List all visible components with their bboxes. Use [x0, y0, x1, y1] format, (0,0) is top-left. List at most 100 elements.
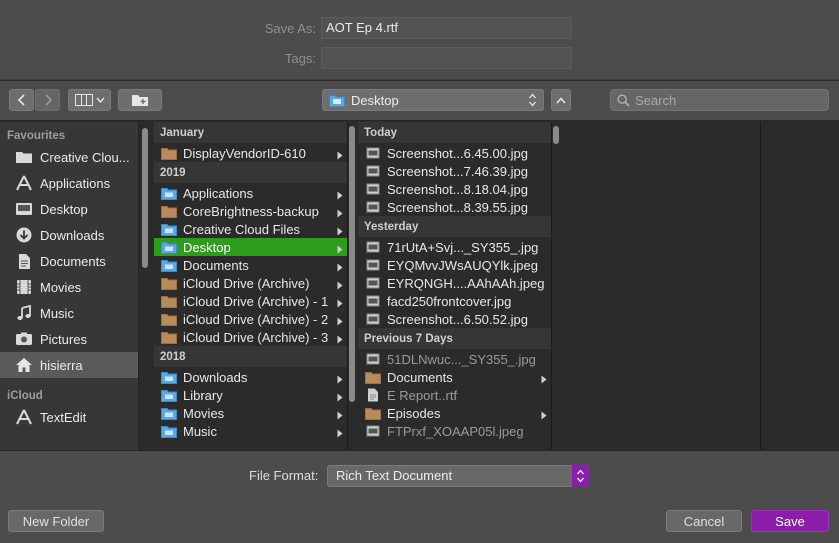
sidebar-item-applications[interactable]: Applications [0, 170, 138, 196]
list-item-icloud-drive-archive-3[interactable]: iCloud Drive (Archive) - 3 [154, 328, 347, 346]
favourites-header: Favourites [7, 130, 66, 142]
list-item-downloads[interactable]: Downloads [154, 368, 347, 386]
back-button[interactable] [9, 89, 34, 111]
new-folder-button[interactable]: New Folder [8, 510, 104, 532]
folder-blue-icon [161, 406, 177, 420]
chevron-right-icon [337, 408, 343, 423]
chevron-right-icon [337, 372, 343, 387]
list-item-creative-cloud-files[interactable]: Creative Cloud Files [154, 220, 347, 238]
save-button[interactable]: Save [751, 510, 829, 532]
list-item-51dlnwuc-sy355-jpg[interactable]: 51DLNwuc..._SY355_.jpg [358, 350, 551, 368]
scroll-thumb[interactable] [349, 126, 355, 402]
folder-blue-icon [161, 370, 177, 384]
column-preview-scrollbar[interactable] [552, 122, 560, 450]
folder-brown-icon [365, 406, 381, 420]
location-select[interactable]: Desktop [322, 89, 544, 111]
search-placeholder: Search [635, 92, 677, 108]
tags-field[interactable] [321, 47, 572, 69]
image-file-icon [365, 294, 381, 308]
desktop-icon [14, 200, 34, 218]
column-home[interactable]: January DisplayVendorID-610 2019 Applicatio… [140, 122, 347, 450]
list-item-music[interactable]: Music [154, 422, 347, 440]
movies-icon [14, 278, 34, 296]
column-home-scrollbar-left[interactable] [141, 122, 149, 450]
save-as-field[interactable]: AOT Ep 4.rtf [321, 17, 572, 39]
list-item-label: Creative Cloud Files [183, 221, 301, 237]
desktop-folder-icon [329, 94, 345, 107]
sidebar-item-label: Movies [40, 279, 82, 295]
folder-blue-icon [161, 258, 177, 272]
list-item-e-report-rtf[interactable]: E Report..rtf [358, 386, 551, 404]
folder-blue-icon [161, 222, 177, 236]
collapse-button[interactable] [551, 89, 571, 111]
list-item-episodes[interactable]: Episodes [358, 404, 551, 422]
list-item-displayvendorid-610[interactable]: DisplayVendorID-610 [154, 144, 347, 162]
list-item-screenshot-8-18-04-jpg[interactable]: Screenshot...8.18.04.jpg [358, 180, 551, 198]
music-icon [14, 304, 34, 322]
cancel-button[interactable]: Cancel [666, 510, 742, 532]
list-item-documents[interactable]: Documents [154, 256, 347, 274]
sidebar-item-textedit[interactable]: TextEdit [0, 404, 138, 430]
column-desktop-scrollbar[interactable] [348, 122, 356, 450]
list-item-applications[interactable]: Applications [154, 184, 347, 202]
chevron-right-icon [337, 206, 343, 221]
forward-button[interactable] [35, 89, 60, 111]
list-item-screenshot-8-39-55-jpg[interactable]: Screenshot...8.39.55.jpg [358, 198, 551, 216]
sidebar-item-creative-cloud[interactable]: Creative Clou... [0, 144, 138, 170]
list-item-label: facd250frontcover.jpg [387, 293, 512, 309]
list-item-71ruta-svj-sy355-jpg[interactable]: 71rUtA+Svj..._SY355_.jpg [358, 238, 551, 256]
scroll-thumb[interactable] [553, 126, 559, 144]
sidebar-item-documents[interactable]: Documents [0, 248, 138, 274]
column-home-list: January DisplayVendorID-610 2019 Applicatio… [154, 122, 347, 440]
list-item-label: Episodes [387, 405, 441, 421]
folder-blue-icon [161, 388, 177, 402]
list-item-icloud-drive-archive-2[interactable]: iCloud Drive (Archive) - 2 [154, 310, 347, 328]
list-item-facd250frontcover-jpg[interactable]: facd250frontcover.jpg [358, 292, 551, 310]
scroll-thumb[interactable] [142, 128, 148, 268]
new-folder-toolbar-button[interactable] [118, 89, 162, 111]
search-icon [617, 93, 630, 107]
file-format-label: File Format: [249, 468, 319, 483]
list-item-icloud-drive-archive-1[interactable]: iCloud Drive (Archive) - 1 [154, 292, 347, 310]
list-item-label: Movies [183, 405, 225, 421]
list-item-screenshot-6-50-52-jpg[interactable]: Screenshot...6.50.52.jpg [358, 310, 551, 328]
sidebar-item-downloads[interactable]: Downloads [0, 222, 138, 248]
sidebar-item-hisierra[interactable]: hisierra [0, 352, 138, 378]
list-item-ftprxf-xoaap05l-jpeg[interactable]: FTPrxf_XOAAP05l.jpeg [358, 422, 551, 440]
sidebar-item-desktop[interactable]: Desktop [0, 196, 138, 222]
column-divider [760, 122, 761, 450]
tags-row: Tags: [0, 47, 839, 71]
image-file-icon [365, 164, 381, 178]
sidebar-item-label: Applications [40, 175, 111, 191]
search-field[interactable]: Search [610, 89, 829, 111]
list-item-screenshot-6-45-00-jpg[interactable]: Screenshot...6.45.00.jpg [358, 144, 551, 162]
group-header: January [154, 122, 347, 144]
image-file-icon [365, 424, 381, 438]
list-item-label: iCloud Drive (Archive) - 2 [183, 311, 329, 327]
list-item-documents[interactable]: Documents [358, 368, 551, 386]
chevron-right-icon [337, 314, 343, 329]
list-item-label: FTPrxf_XOAAP05l.jpeg [387, 423, 524, 439]
sidebar-item-movies[interactable]: Movies [0, 274, 138, 300]
chevron-right-icon [337, 278, 343, 293]
column-desktop[interactable]: Today Screenshot...6.45.00.jpg Screenshot.… [348, 122, 551, 450]
list-item-icloud-drive-archive[interactable]: iCloud Drive (Archive) [154, 274, 347, 292]
list-item-movies[interactable]: Movies [154, 404, 347, 422]
list-item-label: Documents [387, 369, 453, 385]
view-mode-button[interactable] [68, 89, 111, 111]
document-file-icon [365, 388, 381, 402]
image-file-icon [365, 146, 381, 160]
sidebar-item-pictures[interactable]: Pictures [0, 326, 138, 352]
list-item-eyqmvvjwsauqylk-jpeg[interactable]: EYQMvvJWsAUQYlk.jpeg [358, 256, 551, 274]
list-item-label: Screenshot...8.39.55.jpg [387, 199, 528, 215]
list-item-library[interactable]: Library [154, 386, 347, 404]
list-item-eyrqngh-aahaah-jpeg[interactable]: EYRQNGH....AAhAAh.jpeg [358, 274, 551, 292]
file-format-select[interactable]: Rich Text Document [327, 465, 589, 487]
list-item-corebrightness-backup[interactable]: CoreBrightness-backup [154, 202, 347, 220]
list-item-screenshot-7-46-39-jpg[interactable]: Screenshot...7.46.39.jpg [358, 162, 551, 180]
list-item-label: iCloud Drive (Archive) - 3 [183, 329, 329, 345]
chevron-right-icon [337, 224, 343, 239]
list-item-desktop[interactable]: Desktop [154, 238, 347, 256]
updown-arrows-icon [572, 465, 589, 487]
sidebar-item-music[interactable]: Music [0, 300, 138, 326]
